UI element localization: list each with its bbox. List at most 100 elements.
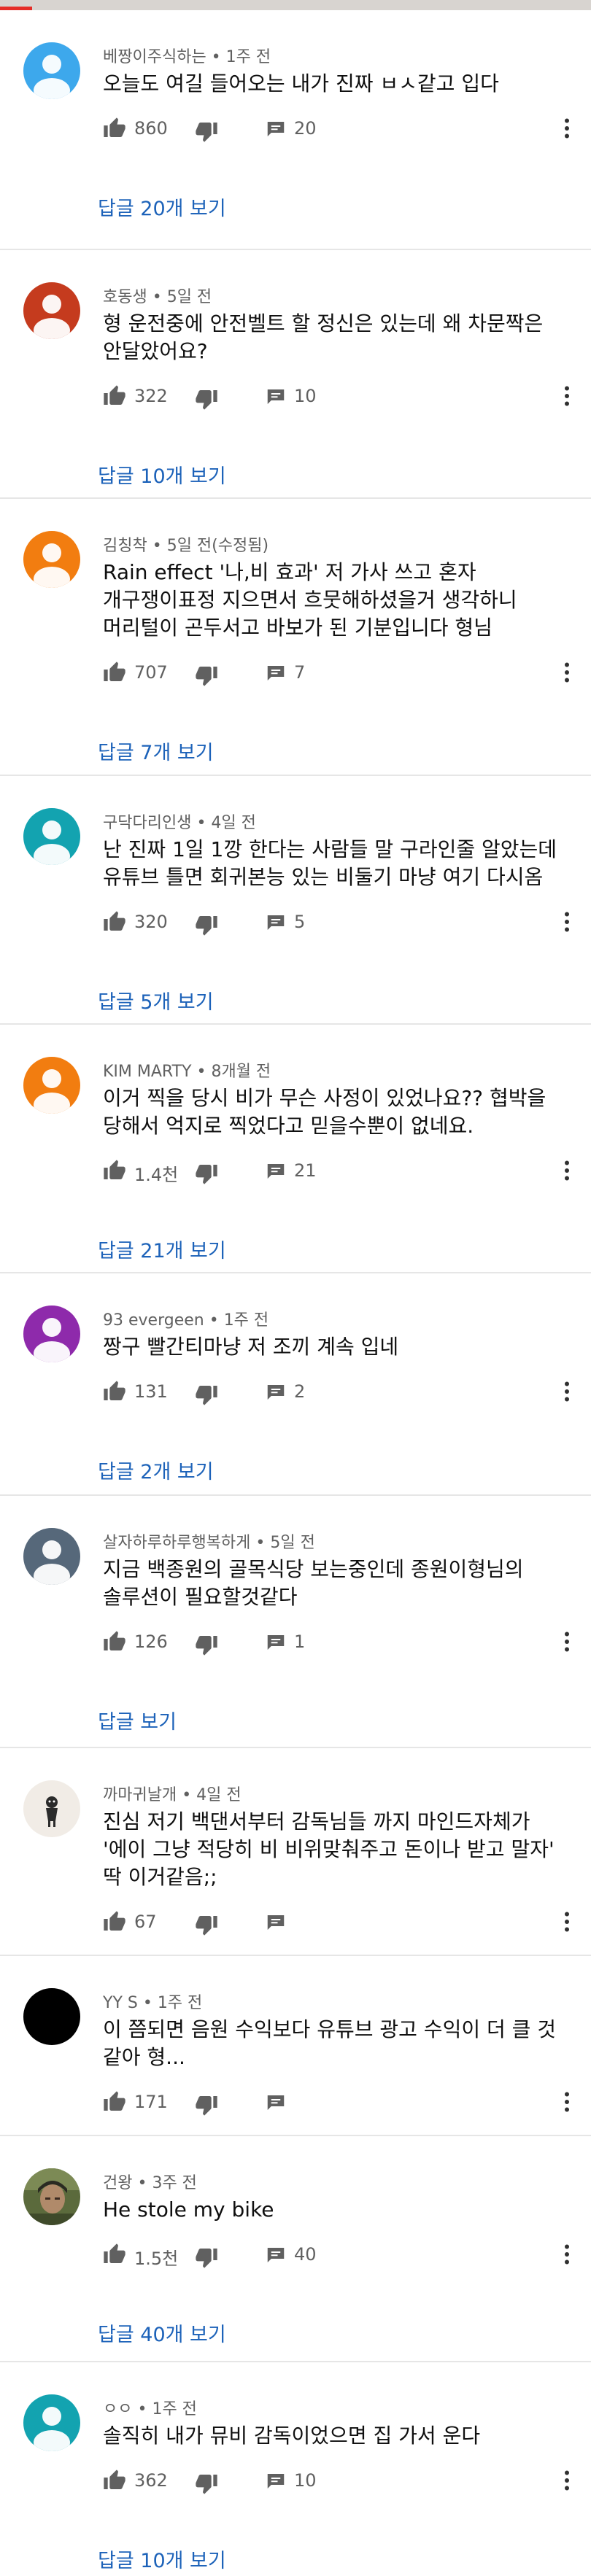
comment-actions: 171 [103,2087,584,2117]
avatar[interactable] [23,1988,80,2045]
reply-icon[interactable] [265,1632,287,1653]
reply-icon[interactable] [265,2470,287,2492]
reply-icon[interactable] [265,662,287,684]
more-vert-icon[interactable] [554,909,580,935]
avatar[interactable] [23,1528,80,1585]
comment-meta: 구닥다리인생 • 4일 전 [103,810,256,833]
like-count: 67 [134,1912,157,1932]
view-replies-link[interactable]: 답글 7개 보기 [98,737,214,765]
comment-author[interactable]: 까마귀날개 [103,1786,177,1804]
thumb-down-icon[interactable] [195,387,218,411]
more-vert-icon[interactable] [554,2467,580,2494]
view-replies-link[interactable]: 답글 10개 보기 [98,460,226,489]
thumb-down-icon[interactable] [195,2246,218,2269]
comment-author[interactable]: 베짱이주식하는 [103,48,206,66]
thumb-up-icon[interactable] [103,910,126,934]
comment-meta: ㅇㅇ • 1주 전 [103,2396,197,2419]
meta-separator: • [191,1063,212,1081]
thumb-up-icon[interactable] [103,661,126,684]
comment-item: ㅇㅇ • 1주 전 솔직히 내가 뮤비 감독이었으면 집 가서 운다 362 10 답글… [0,2362,591,2576]
view-replies-link[interactable]: 답글 21개 보기 [98,1235,226,1263]
view-replies-link[interactable]: 답글 2개 보기 [98,1456,214,1484]
more-vert-icon[interactable] [554,2241,580,2267]
reply-icon[interactable] [265,2092,287,2114]
reply-icon[interactable] [265,1912,287,1933]
meta-separator: • [191,814,212,832]
thumb-up-icon[interactable] [103,2090,126,2114]
comment-actions: 860 20 [103,114,584,143]
thumb-up-icon[interactable] [103,1380,126,1403]
thumb-down-icon[interactable] [195,664,218,687]
thumb-up-icon[interactable] [103,1159,126,1182]
avatar[interactable] [23,42,80,99]
comment-text: 이 쯤되면 음원 수익보다 유튜브 광고 수익이 더 클 것 같아 형... [103,2017,557,2069]
thumb-down-icon[interactable] [195,2093,218,2117]
reply-icon[interactable] [265,2244,287,2266]
reply-icon[interactable] [265,1160,287,1182]
view-replies-link[interactable]: 답글 보기 [98,1706,177,1734]
thumb-up-icon[interactable] [103,117,126,140]
thumb-up-icon[interactable] [103,384,126,408]
more-vert-icon[interactable] [554,383,580,409]
comment-author[interactable]: 살자하루하루행복하게 [103,1534,250,1552]
like-count: 131 [134,1381,168,1402]
more-vert-icon[interactable] [554,1378,580,1405]
meta-separator: • [147,537,167,555]
more-vert-icon[interactable] [554,1629,580,1655]
meta-separator: • [147,288,167,306]
thumb-down-icon[interactable] [195,1913,218,1936]
thumb-up-icon[interactable] [103,1910,126,1933]
comment-author[interactable]: 건왕 [103,2174,132,2192]
comment-author[interactable]: 구닥다리인생 [103,814,191,832]
more-vert-icon[interactable] [554,115,580,141]
avatar[interactable] [23,2168,80,2225]
avatar[interactable] [23,1306,80,1362]
thumb-up-icon[interactable] [103,2243,126,2266]
view-replies-link[interactable]: 답글 20개 보기 [98,193,226,221]
more-vert-icon[interactable] [554,2089,580,2115]
avatar[interactable] [23,1780,80,1837]
meta-separator: • [177,1786,197,1804]
avatar[interactable] [23,2394,80,2451]
more-vert-icon[interactable] [554,1909,580,1935]
comment-text: 짱구 빨간티마냥 저 조끼 계속 입네 [103,1335,399,1359]
comment-author[interactable]: 호동생 [103,288,147,306]
more-vert-icon[interactable] [554,1157,580,1184]
view-replies-link[interactable]: 답글 10개 보기 [98,2545,226,2573]
comment-author[interactable]: YY S [103,1994,138,2012]
comment-text: Rain effect '나,비 효과' 저 가사 쓰고 혼자 개구쟁이표정 지… [103,560,517,640]
meta-separator: • [206,48,226,66]
comment-author[interactable]: ㅇㅇ [103,2400,132,2418]
thumb-down-icon[interactable] [195,120,218,143]
reply-icon[interactable] [265,1381,287,1403]
reply-icon[interactable] [265,386,287,408]
comment-text: He stole my bike [103,2197,274,2222]
comment-actions: 126 1 [103,1627,584,1656]
like-count: 362 [134,2470,168,2491]
thumb-up-icon[interactable] [103,1630,126,1653]
comment-author[interactable]: 93 evergeen [103,1311,204,1330]
comment-meta: 호동생 • 5일 전 [103,284,212,307]
comment-actions: 131 2 [103,1377,584,1406]
avatar[interactable] [23,531,80,588]
more-vert-icon[interactable] [554,659,580,686]
thumb-up-icon[interactable] [103,2469,126,2492]
reply-count: 10 [294,386,317,406]
view-replies-link[interactable]: 답글 5개 보기 [98,986,214,1015]
thumb-down-icon[interactable] [195,1162,218,1185]
comment-author[interactable]: KIM MARTY [103,1063,191,1081]
reply-icon[interactable] [265,912,287,934]
comment-author[interactable]: 김칭착 [103,537,147,555]
thumb-down-icon[interactable] [195,1383,218,1406]
comment-meta: KIM MARTY • 8개월 전 [103,1058,271,1082]
avatar[interactable] [23,1057,80,1114]
thumb-down-icon[interactable] [195,2472,218,2495]
avatar[interactable] [23,808,80,865]
avatar[interactable] [23,282,80,339]
thumb-down-icon[interactable] [195,913,218,936]
view-replies-link[interactable]: 답글 40개 보기 [98,2319,226,2347]
like-count: 860 [134,118,168,139]
reply-icon[interactable] [265,118,287,140]
meta-separator: • [132,2174,152,2192]
thumb-down-icon[interactable] [195,1633,218,1656]
